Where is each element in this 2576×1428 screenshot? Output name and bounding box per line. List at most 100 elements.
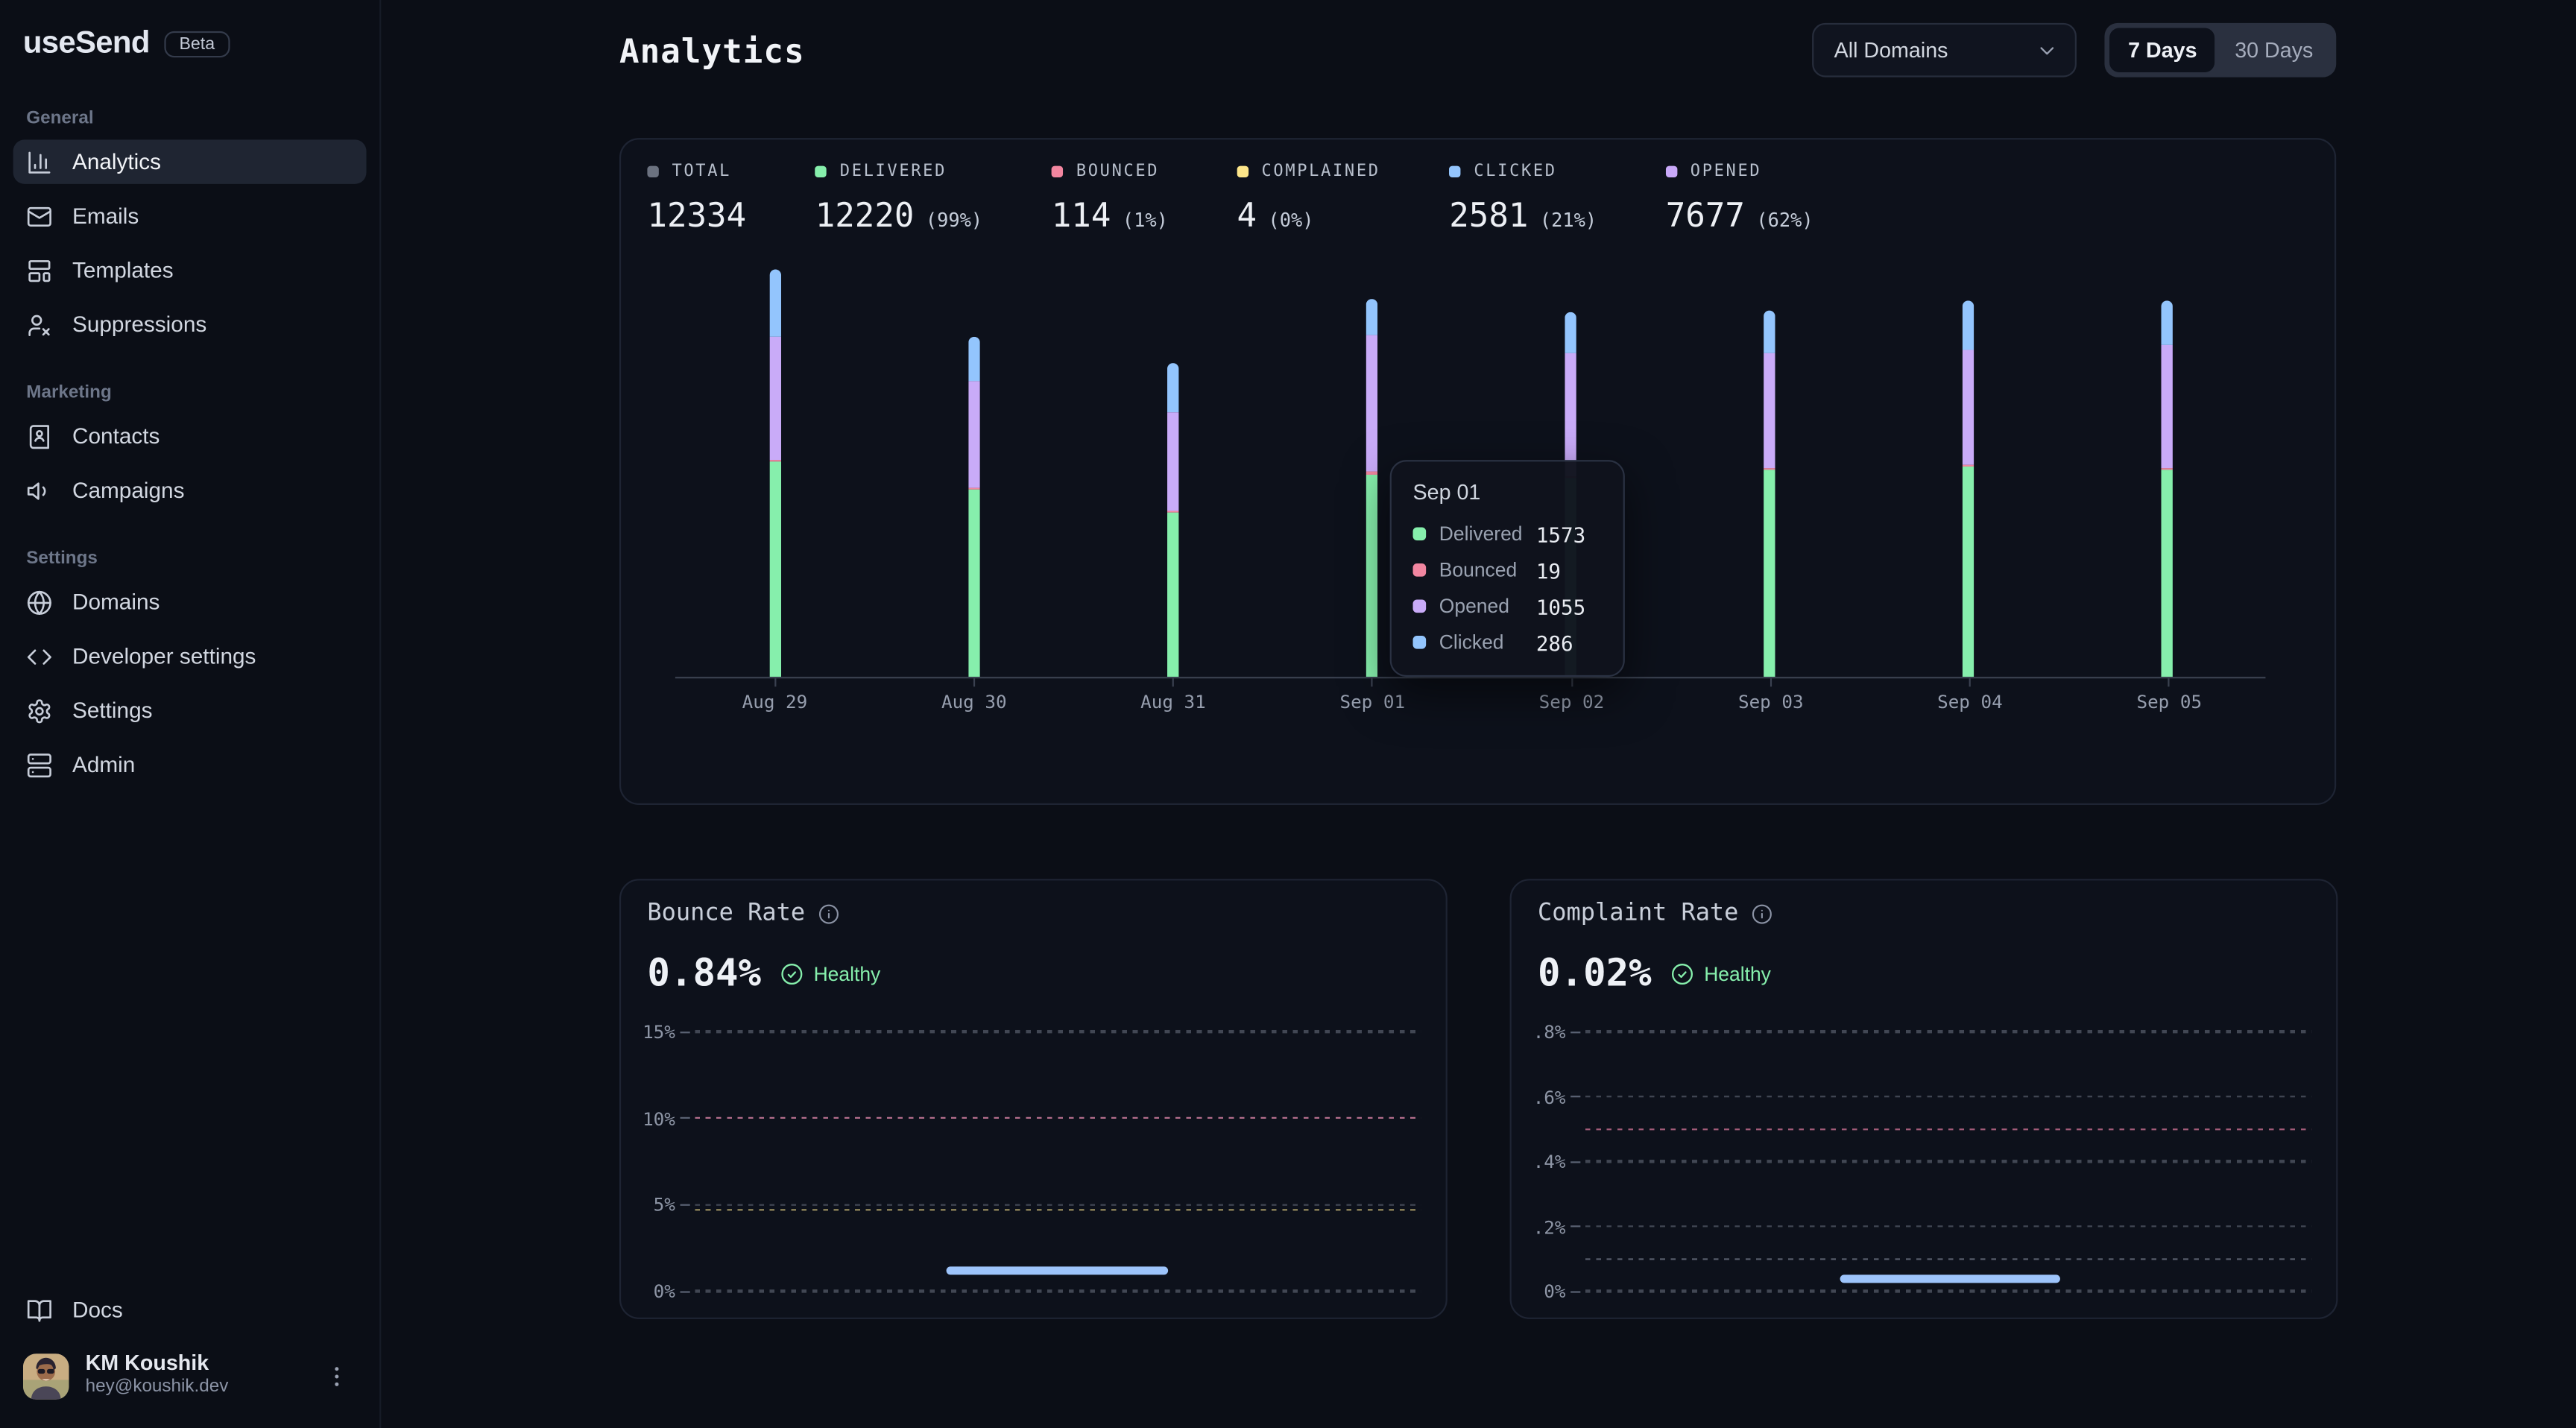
range-option-7-days[interactable]: 7 Days (2110, 28, 2215, 72)
sidebar-item-label: Settings (72, 698, 153, 723)
sidebar-item-analytics[interactable]: Analytics (13, 139, 367, 184)
page-title: Analytics (619, 31, 805, 71)
bar-sep-01[interactable] (1366, 299, 1377, 677)
sidebar-item-docs[interactable]: Docs (13, 1289, 367, 1333)
stat-label-text: BOUNCED (1076, 162, 1159, 180)
bar-segment-delivered (1763, 470, 1774, 677)
app-root: useSend Beta General Analytics Emails Templ… (0, 0, 2576, 1428)
tooltip-series-dot (1413, 599, 1427, 613)
tooltip-series-value: 1573 (1536, 522, 1602, 546)
y-tick-label: .2% (1531, 1216, 1565, 1238)
mail-icon (26, 203, 52, 229)
stat-percent: (62%) (1756, 209, 1813, 232)
logo-row: useSend Beta (13, 16, 367, 66)
sidebar-item-contacts[interactable]: Contacts (13, 414, 367, 458)
tooltip-row: Bounced19 (1413, 557, 1602, 583)
complaint-rate-value: 0.02% (1538, 952, 1652, 995)
bar-segment-clicked (769, 269, 780, 336)
kebab-menu-icon[interactable] (323, 1363, 350, 1389)
stat-label: TOTAL (647, 162, 746, 180)
sidebar-item-label: Contacts (72, 424, 160, 449)
stat-dot (1237, 166, 1248, 177)
y-tick-mark (1570, 1096, 1580, 1097)
y-tick-label: 10% (641, 1108, 675, 1130)
stat-label: OPENED (1666, 162, 1813, 180)
stat-dot (1449, 166, 1460, 177)
axis-tick (1570, 678, 1572, 686)
stat-label-text: OPENED (1690, 162, 1761, 180)
domain-filter-value: All Domains (1834, 38, 1948, 63)
y-tick-label: .4% (1531, 1151, 1565, 1173)
bar-sep-03[interactable] (1763, 310, 1774, 677)
info-icon[interactable] (818, 903, 840, 924)
info-icon[interactable] (1752, 903, 1773, 924)
range-option-30-days[interactable]: 30 Days (2217, 28, 2332, 72)
gridline (1585, 1160, 2311, 1163)
x-axis-label: Aug 29 (709, 692, 840, 713)
check-circle-icon (780, 963, 804, 986)
bar-sep-05[interactable] (2160, 300, 2171, 677)
sidebar-item-emails[interactable]: Emails (13, 194, 367, 238)
domain-filter-select[interactable]: All Domains (1813, 23, 2077, 78)
bar-aug-31[interactable] (1167, 363, 1178, 677)
bar-aug-30[interactable] (967, 336, 979, 677)
stat-number: 2581 (1449, 195, 1528, 235)
stat-number: 4 (1237, 195, 1257, 235)
rate-series-segment (945, 1266, 1168, 1275)
user-menu[interactable]: KM Koushik hey@koushik.dev (13, 1342, 367, 1409)
avatar (23, 1353, 69, 1399)
bar-segment-delivered (769, 462, 780, 677)
bounce-rate-chart: 15%10%5%0% (641, 1031, 1421, 1291)
stat-delivered: DELIVERED12220(99%) (815, 162, 982, 235)
stat-values: 7677(62%) (1666, 195, 1813, 235)
stat-label-text: DELIVERED (840, 162, 947, 180)
section-label-general: General (26, 108, 353, 127)
stat-percent: (99%) (926, 209, 982, 232)
tooltip-series-dot (1413, 528, 1427, 541)
book-open-icon (26, 1298, 52, 1324)
sidebar-item-domains[interactable]: Domains (13, 580, 367, 625)
stat-label: BOUNCED (1052, 162, 1168, 180)
gridline (1585, 1290, 2311, 1292)
bar-sep-04[interactable] (1962, 300, 1973, 677)
sidebar-spacer (13, 797, 367, 1289)
sidebar-item-label: Admin (72, 752, 135, 777)
y-tick-mark (680, 1117, 689, 1119)
bar-segment-clicked (967, 336, 979, 381)
bounce-rate-title: Bounce Rate (647, 900, 805, 926)
sidebar-item-templates[interactable]: Templates (13, 248, 367, 293)
sidebar-item-campaigns[interactable]: Campaigns (13, 468, 367, 513)
complaint-health-badge: Healthy (1671, 963, 1771, 986)
sidebar-item-settings[interactable]: Settings (13, 689, 367, 733)
bar-aug-29[interactable] (769, 269, 780, 677)
sidebar: useSend Beta General Analytics Emails Templ… (0, 0, 381, 1428)
x-axis-label: Sep 05 (2103, 692, 2235, 713)
sidebar-item-admin[interactable]: Admin (13, 742, 367, 787)
threshold-line (695, 1209, 1421, 1211)
bar-segment-delivered (2160, 470, 2171, 677)
stat-label: COMPLAINED (1237, 162, 1380, 180)
tooltip-row: Delivered 1573 (1413, 521, 1602, 547)
stat-number: 12334 (647, 195, 746, 235)
bar-segment-opened (2160, 345, 2171, 468)
sidebar-item-suppressions[interactable]: Suppressions (13, 303, 367, 347)
axis-tick (973, 678, 975, 686)
layout-template-icon (26, 257, 52, 283)
header-controls: All Domains 7 Days30 Days (1813, 23, 2336, 78)
tooltip-row: Clicked286 (1413, 629, 1602, 655)
y-tick-label: 15% (641, 1022, 675, 1043)
tooltip-series-label: Opened (1439, 595, 1523, 618)
app-logo: useSend (23, 26, 150, 62)
tooltip-series-dot (1413, 563, 1427, 577)
tooltip-row: Opened1055 (1413, 593, 1602, 619)
sidebar-item-developer-settings[interactable]: Developer settings (13, 634, 367, 679)
tooltip-series-label: Delivered (1439, 522, 1523, 546)
stat-values: 4(0%) (1237, 195, 1380, 235)
stat-bounced: BOUNCED114(1%) (1052, 162, 1168, 235)
axis-tick (774, 678, 775, 686)
bounce-rate-value: 0.84% (647, 952, 761, 995)
stat-complained: COMPLAINED 4(0%) (1237, 162, 1380, 235)
y-tick-mark (680, 1290, 689, 1292)
rate-series-segment (1840, 1274, 2061, 1283)
y-tick-label: .8% (1531, 1022, 1565, 1043)
